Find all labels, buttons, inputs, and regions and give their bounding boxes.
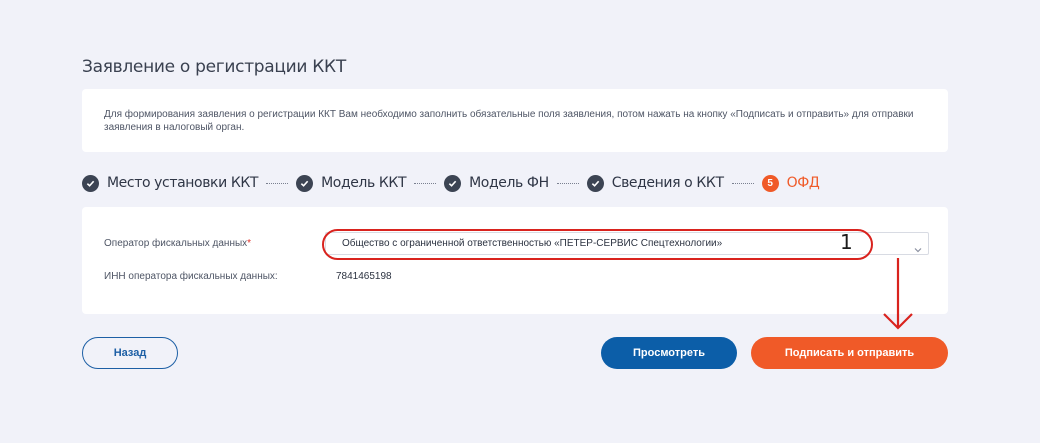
step-divider (414, 182, 437, 184)
step-label: Модель ККТ (321, 175, 407, 191)
inn-value: 7841465198 (336, 271, 392, 282)
step-fn-model[interactable]: Модель ФН (444, 174, 549, 192)
info-card: Для формирования заявления о регистрации… (82, 89, 948, 152)
step-ofd[interactable]: 5 ОФД (761, 174, 820, 192)
step-kkt-info[interactable]: Сведения о ККТ (586, 174, 724, 192)
annotation-highlight-oval (322, 229, 873, 260)
step-label: ОФД (786, 175, 820, 191)
required-mark: * (247, 238, 252, 249)
annotation-arrow-icon (883, 258, 913, 330)
form-card: Оператор фискальных данных* Общество с о… (82, 207, 948, 314)
sign-and-send-button[interactable]: Подписать и отправить (751, 337, 948, 369)
step-label: Место установки ККТ (107, 175, 259, 191)
check-icon (82, 174, 99, 192)
check-icon (586, 174, 604, 192)
step-label: Модель ФН (469, 175, 549, 191)
check-icon (296, 174, 314, 192)
chevron-down-icon (914, 240, 922, 258)
ofd-label: Оператор фискальных данных* (104, 238, 251, 249)
step-divider (731, 182, 754, 184)
back-button[interactable]: Назад (82, 337, 178, 369)
step-kkt-model[interactable]: Модель ККТ (296, 174, 407, 192)
info-text: Для формирования заявления о регистрации… (104, 109, 914, 133)
step-divider (266, 182, 289, 184)
page-title: Заявление о регистрации ККТ (82, 57, 346, 77)
step-number-badge: 5 (761, 174, 779, 192)
check-icon (444, 174, 462, 192)
step-label: Сведения о ККТ (611, 175, 724, 191)
annotation-number: 1 (840, 230, 853, 254)
step-location[interactable]: Место установки ККТ (82, 174, 259, 192)
inn-label: ИНН оператора фискальных данных: (104, 271, 278, 282)
preview-button[interactable]: Просмотреть (601, 337, 737, 369)
ofd-label-text: Оператор фискальных данных (104, 238, 248, 249)
step-divider (556, 182, 579, 184)
stepper: Место установки ККТ Модель ККТ Модель ФН… (82, 172, 820, 194)
